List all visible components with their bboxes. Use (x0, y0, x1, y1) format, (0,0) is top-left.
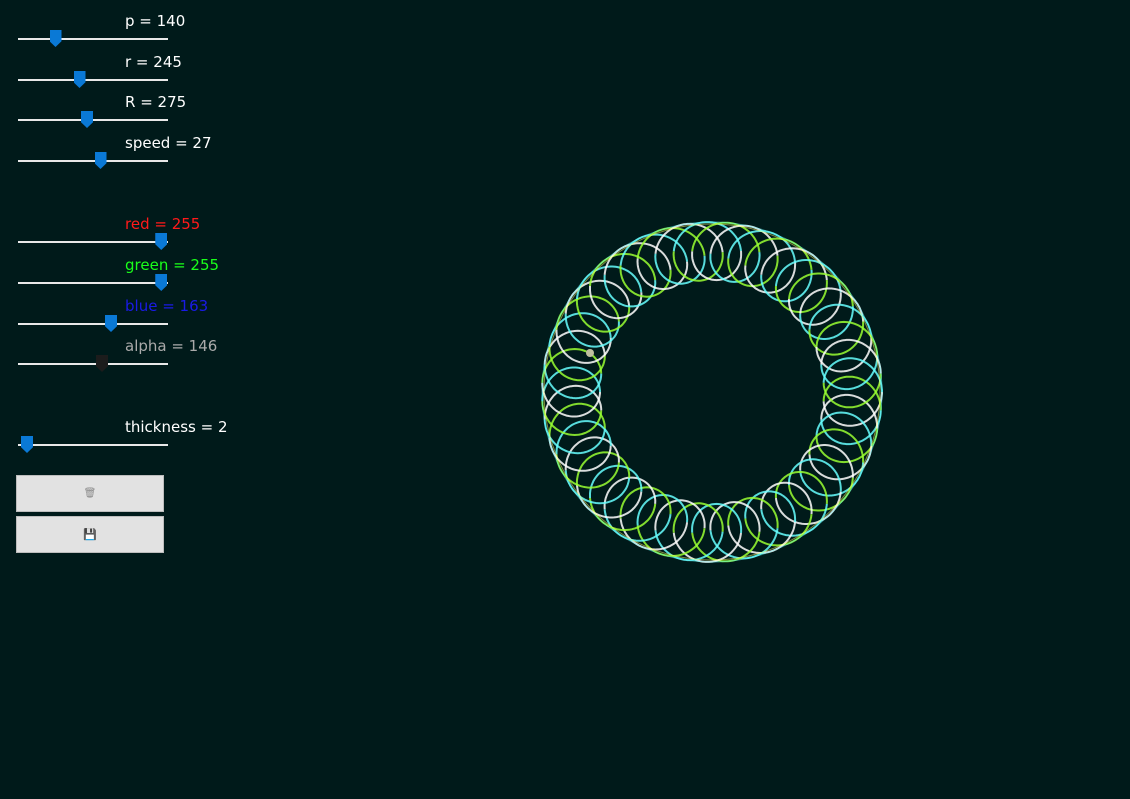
thickness-slider-label: thickness = 2 (125, 418, 228, 436)
spirograph-app: p = 140 r = 245 R = 275 speed = 27 red =… (0, 0, 1130, 799)
spiro-segment (727, 522, 796, 554)
r-slider[interactable]: r = 245 (18, 53, 238, 93)
trash-icon: 🗑 (83, 487, 97, 499)
blue-slider-label: blue = 163 (125, 297, 209, 315)
floppy-disk-icon: 💾 (83, 527, 97, 541)
clear-button[interactable]: 🗑 (16, 475, 164, 512)
spiro-segment (787, 458, 842, 492)
green-slider-thumb[interactable] (155, 274, 168, 291)
thickness-slider[interactable]: thickness = 2 (18, 418, 238, 458)
p-slider-label: p = 140 (125, 12, 186, 30)
spiro-segment (727, 230, 796, 262)
spiro-envelope (600, 280, 824, 504)
red-slider[interactable]: red = 255 (18, 215, 238, 255)
big-r-slider[interactable]: R = 275 (18, 93, 238, 133)
alpha-slider-thumb[interactable] (96, 355, 108, 372)
alpha-slider-track[interactable] (18, 363, 168, 365)
spiro-segment (787, 292, 842, 326)
r-slider-thumb[interactable] (73, 71, 86, 88)
speed-slider-thumb[interactable] (94, 152, 107, 169)
spiro-segment (548, 346, 606, 382)
speed-slider-track[interactable] (18, 160, 168, 162)
red-slider-track[interactable] (18, 241, 168, 243)
speed-slider[interactable]: speed = 27 (18, 134, 238, 174)
green-slider[interactable]: green = 255 (18, 256, 238, 296)
r-slider-label: r = 245 (125, 53, 182, 71)
green-slider-track[interactable] (18, 282, 168, 284)
spiro-segment (822, 373, 882, 409)
big-r-slider-track[interactable] (18, 119, 168, 121)
pen-dot (586, 349, 594, 357)
spiro-segment (744, 237, 813, 271)
save-button[interactable]: 💾 (16, 516, 164, 553)
big-r-slider-thumb[interactable] (81, 111, 93, 128)
p-slider-thumb[interactable] (49, 30, 62, 47)
big-r-slider-label: R = 275 (125, 93, 187, 111)
spiro-segment (744, 513, 813, 547)
red-slider-label: red = 255 (125, 215, 201, 233)
p-slider[interactable]: p = 140 (18, 12, 238, 52)
thickness-slider-track[interactable] (18, 444, 168, 446)
speed-slider-label: speed = 27 (125, 134, 212, 152)
thickness-slider-thumb[interactable] (21, 436, 33, 453)
spiro-segment (822, 375, 882, 411)
blue-slider-track[interactable] (18, 323, 168, 325)
spiro-segment (543, 364, 603, 400)
blue-slider-thumb[interactable] (105, 315, 117, 332)
alpha-slider-label: alpha = 146 (125, 337, 218, 355)
alpha-slider[interactable]: alpha = 146 (18, 337, 238, 377)
spiro-segment (548, 402, 606, 438)
blue-slider[interactable]: blue = 163 (18, 297, 238, 337)
red-slider-thumb[interactable] (155, 233, 168, 250)
green-slider-label: green = 255 (125, 256, 220, 274)
r-slider-track[interactable] (18, 79, 168, 81)
p-slider-track[interactable] (18, 38, 168, 40)
